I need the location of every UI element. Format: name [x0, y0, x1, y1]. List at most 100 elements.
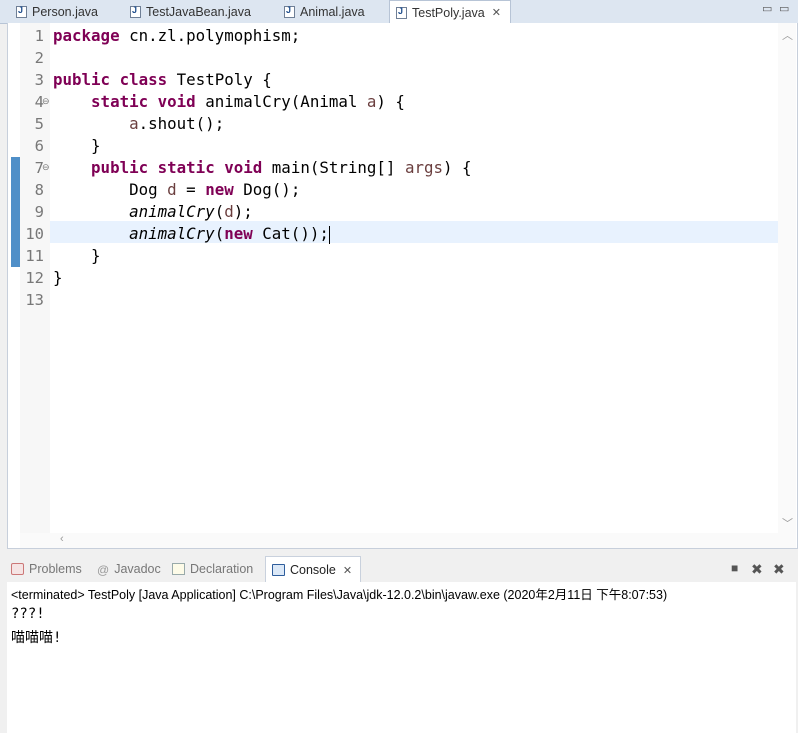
keyword: void — [224, 158, 263, 177]
console-output-line: ???! — [11, 606, 45, 622]
code-text: ) { — [376, 92, 405, 111]
tab-javadoc[interactable]: @ Javadoc — [97, 556, 161, 582]
scroll-up-icon[interactable]: ︿ — [782, 27, 793, 43]
code-text: animalCry(Animal — [195, 92, 367, 111]
tab-testpoly-java[interactable]: TestPoly.java ✕ — [389, 0, 511, 24]
remove-launch-icon[interactable]: ✖ — [751, 561, 763, 578]
keyword: public — [91, 158, 149, 177]
java-file-icon — [284, 5, 295, 18]
line-number: 10 — [25, 225, 44, 243]
remove-all-terminated-icon[interactable]: ✖ — [773, 561, 785, 578]
code-line-3: public class TestPoly { — [53, 69, 272, 91]
line-number: 5 — [34, 115, 44, 133]
keyword: static — [157, 158, 215, 177]
code-line-10: animalCry(new Cat()); — [53, 223, 331, 245]
horizontal-scrollbar[interactable]: ‹ — [20, 533, 796, 548]
local-variable: d — [224, 202, 234, 221]
code-text: Cat()); — [252, 224, 329, 243]
code-text: .shout(); — [138, 114, 225, 133]
keyword: new — [205, 180, 234, 199]
tab-label: Problems — [29, 562, 82, 576]
parameter: args — [404, 158, 443, 177]
text-caret — [328, 225, 331, 244]
tab-console[interactable]: Console ✕ — [265, 556, 361, 583]
line-number: 9 — [34, 203, 44, 221]
code-line-7: public static void main(String[] args) { — [53, 157, 472, 179]
code-area[interactable]: package cn.zl.polymophism; public class … — [50, 23, 778, 533]
tab-person-java[interactable]: Person.java — [10, 0, 122, 23]
code-line-1: package cn.zl.polymophism; — [53, 25, 300, 47]
code-text: TestPoly { — [167, 70, 272, 89]
close-icon[interactable]: ✕ — [343, 564, 352, 577]
vertical-scrollbar[interactable]: ︿ ﹀ — [778, 23, 796, 533]
console-icon — [272, 564, 285, 576]
terminate-icon[interactable]: ■ — [731, 561, 738, 575]
code-line-9: animalCry(d); — [53, 201, 253, 223]
console-output[interactable]: <terminated> TestPoly [Java Application]… — [7, 582, 796, 733]
tab-label: Person.java — [32, 4, 99, 19]
keyword: public — [53, 70, 111, 89]
java-file-icon — [396, 6, 407, 19]
code-editor[interactable]: 1 2 3 4 ⊖ 5 6 7 ⊖ 8 9 10 11 12 13 packag… — [7, 23, 798, 549]
code-text: main(String[] — [262, 158, 405, 177]
code-text: ); — [233, 202, 253, 221]
code-text: ( — [214, 224, 225, 243]
tab-label: TestJavaBean.java — [146, 4, 251, 19]
maximize-icon[interactable]: ▭ — [779, 2, 789, 15]
quick-diff-marker — [11, 157, 20, 267]
minimize-icon[interactable]: ▭ — [762, 2, 772, 15]
keyword: new — [224, 224, 253, 243]
declaration-icon — [172, 563, 185, 575]
fold-collapse-icon[interactable]: ⊖ — [42, 162, 50, 173]
keyword: package — [53, 26, 120, 45]
local-variable: d — [167, 180, 177, 199]
code-line-5: a.shout(); — [53, 113, 224, 135]
change-ruler — [8, 23, 20, 533]
line-number: 1 — [34, 27, 44, 45]
static-method-call: animalCry — [129, 224, 215, 243]
parameter: a — [366, 92, 377, 111]
keyword: static — [91, 92, 149, 111]
line-number: 13 — [25, 291, 44, 309]
line-number-gutter: 1 2 3 4 ⊖ 5 6 7 ⊖ 8 9 10 11 12 13 — [20, 23, 50, 533]
java-file-icon — [16, 5, 27, 18]
panel-tab-bar: Problems @ Javadoc Declaration Console ✕… — [7, 556, 796, 583]
code-text: ) { — [443, 158, 472, 177]
scroll-down-icon[interactable]: ﹀ — [782, 515, 793, 531]
code-line-12: } — [53, 268, 63, 287]
code-text: cn.zl.polymophism; — [119, 26, 301, 45]
tab-problems[interactable]: Problems — [11, 556, 82, 582]
at-sign-icon: @ — [97, 563, 110, 577]
code-text: ( — [214, 202, 225, 221]
problems-icon — [11, 563, 24, 575]
code-line-4: static void animalCry(Animal a) { — [53, 91, 405, 113]
line-number: 2 — [34, 49, 44, 67]
close-icon[interactable]: ✕ — [492, 6, 501, 19]
parameter: a — [129, 114, 139, 133]
tab-declaration[interactable]: Declaration — [172, 556, 253, 582]
code-text: Dog — [129, 180, 168, 199]
code-text: = — [176, 180, 206, 199]
keyword: void — [157, 92, 196, 111]
line-number: 8 — [34, 181, 44, 199]
tab-testjavabean-java[interactable]: TestJavaBean.java — [124, 0, 279, 23]
code-line-8: Dog d = new Dog(); — [53, 179, 300, 201]
fold-collapse-icon[interactable]: ⊖ — [42, 96, 50, 107]
keyword: class — [119, 70, 168, 89]
editor-tab-bar: Person.java TestJavaBean.java Animal.jav… — [0, 0, 798, 24]
tab-label: Declaration — [190, 562, 254, 576]
tab-label: Javadoc — [114, 562, 161, 576]
code-text: Dog(); — [233, 180, 301, 199]
java-file-icon — [130, 5, 141, 18]
console-output-line: 喵喵喵! — [11, 630, 62, 646]
console-header: <terminated> TestPoly [Java Application]… — [11, 588, 668, 602]
line-number: 6 — [34, 137, 44, 155]
tab-animal-java[interactable]: Animal.java — [278, 0, 388, 23]
scroll-left-icon[interactable]: ‹ — [60, 533, 64, 545]
tab-label: TestPoly.java — [412, 5, 485, 20]
